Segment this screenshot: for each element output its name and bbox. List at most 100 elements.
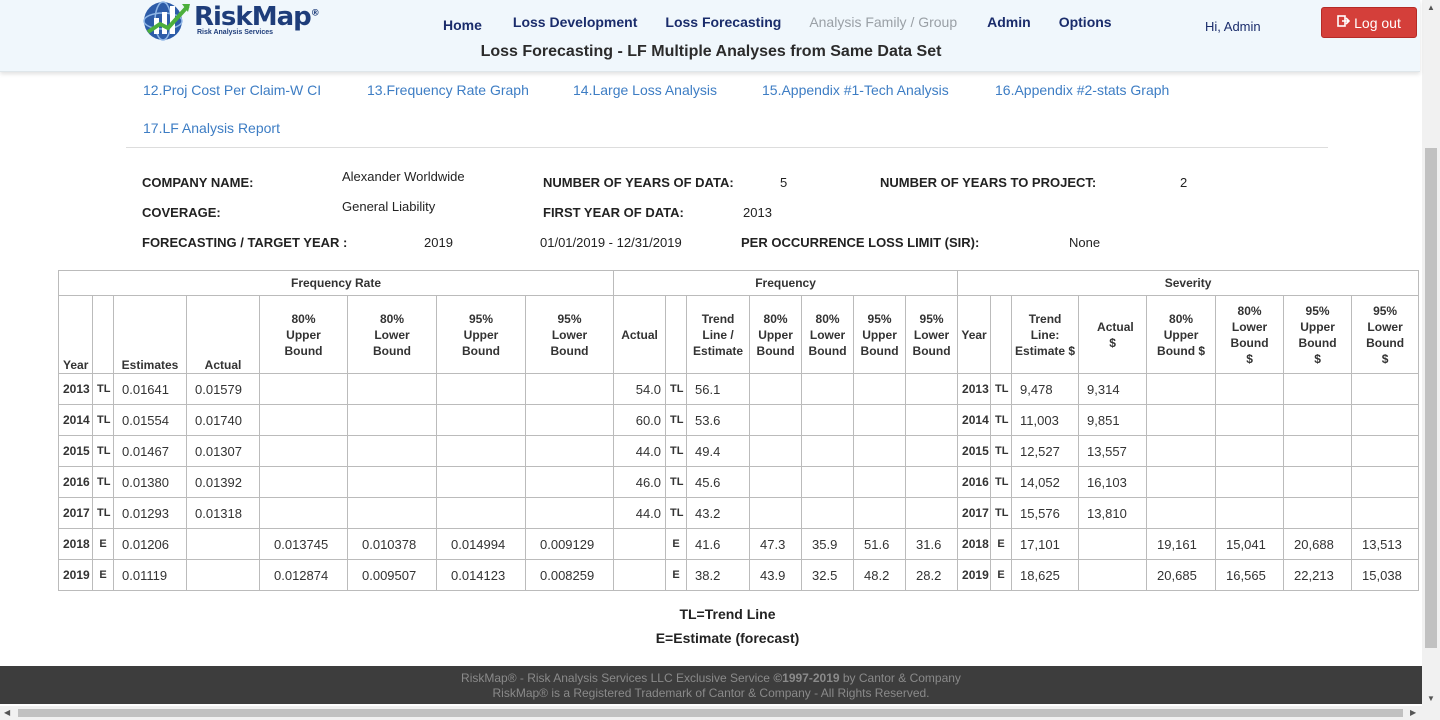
col-year: Year <box>58 295 93 374</box>
cell-s-tag: TL <box>990 435 1013 467</box>
cell-s-trend: 18,625 <box>1011 559 1080 591</box>
cell-s-tag: E <box>990 528 1013 560</box>
horizontal-scrollbar[interactable]: ◀ ▶ <box>0 706 1440 720</box>
scroll-down-arrow-icon[interactable]: ▼ <box>1427 694 1435 703</box>
cell-f-u80: 43.9 <box>749 559 803 591</box>
col-type <box>92 295 114 374</box>
cell-fr-l95: 0.008259 <box>524 559 615 591</box>
vertical-scrollbar[interactable]: ▲ ▼ <box>1422 0 1440 706</box>
cell-fr-u80 <box>259 466 348 498</box>
cell-s-l95 <box>1351 404 1420 436</box>
table-row: 2017 TL 0.01293 0.01318 44.0 TL 43.2 2017 TL 15,5… <box>58 497 1420 529</box>
report-link-14[interactable]: 14.Large Loss Analysis <box>573 82 717 98</box>
cell-tag: TL <box>92 466 114 498</box>
company-name-label: COMPANY NAME: <box>142 175 254 190</box>
cell-s-act: 13,557 <box>1078 435 1148 467</box>
cell-f-l80 <box>801 497 855 529</box>
nav-loss-forecasting[interactable]: Loss Forecasting <box>665 14 781 33</box>
cell-year: 2013 <box>58 373 93 405</box>
page-title: Loss Forecasting - LF Multiple Analyses … <box>480 43 942 60</box>
target-date-range: 01/01/2019 - 12/31/2019 <box>540 235 682 250</box>
cell-f-tag: TL <box>665 466 688 498</box>
cell-s-act <box>1078 528 1148 560</box>
report-link-12[interactable]: 12.Proj Cost Per Claim-W CI <box>143 82 321 98</box>
group-severity: Severity <box>957 270 1420 296</box>
col-sev-type <box>990 295 1013 374</box>
table-row: 2014 TL 0.01554 0.01740 60.0 TL 53.6 2014 TL 11,0… <box>58 404 1420 436</box>
cell-fr-act: 0.01318 <box>186 497 260 529</box>
report-link-13[interactable]: 13.Frequency Rate Graph <box>367 82 529 98</box>
cell-fr-act: 0.01579 <box>186 373 260 405</box>
report-link-17[interactable]: 17.LF Analysis Report <box>143 120 280 136</box>
col-sev-trend-estimate: Trend Line: Estimate $ <box>1011 295 1080 374</box>
report-link-15[interactable]: 15.Appendix #1-Tech Analysis <box>762 82 949 98</box>
cell-year: 2014 <box>58 404 93 436</box>
cell-fr-l80 <box>347 466 437 498</box>
scroll-right-arrow-icon[interactable]: ▶ <box>1410 708 1416 717</box>
cell-s-l80: 15,041 <box>1215 528 1285 560</box>
cell-s-l95 <box>1351 435 1420 467</box>
cell-f-trend: 53.6 <box>686 404 751 436</box>
cell-tag: E <box>92 528 114 560</box>
cell-fr-u80: 0.013745 <box>259 528 348 560</box>
nav-options[interactable]: Options <box>1059 14 1112 33</box>
cell-f-u80 <box>749 497 803 529</box>
cell-s-year: 2019 <box>957 559 992 591</box>
cell-f-l80: 35.9 <box>801 528 855 560</box>
legend-trend-line: TL=Trend Line <box>679 606 776 622</box>
horizontal-scroll-thumb[interactable] <box>18 709 1403 717</box>
report-link-16[interactable]: 16.Appendix #2-stats Graph <box>995 82 1169 98</box>
cell-fr-act: 0.01392 <box>186 466 260 498</box>
nav-analysis-family-group[interactable]: Analysis Family / Group <box>809 14 957 33</box>
cell-f-l80: 32.5 <box>801 559 855 591</box>
cell-f-tag: E <box>665 528 688 560</box>
globe-logo-icon <box>143 1 190 41</box>
col-fr-95-upper: 95% Upper Bound <box>436 295 526 374</box>
nav-loss-development[interactable]: Loss Development <box>513 14 637 33</box>
cell-fr-act <box>186 528 260 560</box>
company-name-value: Alexander Worldwide <box>342 169 465 184</box>
scroll-up-arrow-icon[interactable]: ▲ <box>1427 3 1435 12</box>
cell-f-l95 <box>905 466 959 498</box>
cell-f-u95 <box>853 404 907 436</box>
vertical-scroll-thumb[interactable] <box>1425 148 1437 648</box>
cell-f-u80 <box>749 404 803 436</box>
sir-label: PER OCCURRENCE LOSS LIMIT (SIR): <box>741 235 980 250</box>
cell-fr-act: 0.01307 <box>186 435 260 467</box>
logout-icon <box>1337 15 1351 30</box>
col-sev-80-lower: 80% Lower Bound $ <box>1215 295 1285 374</box>
table-row: 2016 TL 0.01380 0.01392 46.0 TL 45.6 2016 TL 14,0… <box>58 466 1420 498</box>
cell-s-tag: E <box>990 559 1013 591</box>
cell-s-act: 13,810 <box>1078 497 1148 529</box>
cell-year: 2015 <box>58 435 93 467</box>
cell-f-tag: TL <box>665 435 688 467</box>
page: RiskMap® Risk Analysis Services Home Los… <box>0 0 1440 720</box>
logo-text: RiskMap <box>194 2 312 32</box>
cell-s-l80 <box>1215 404 1285 436</box>
cell-f-act: 44.0 <box>613 497 667 529</box>
cell-tag: TL <box>92 497 114 529</box>
cell-tag: TL <box>92 435 114 467</box>
cell-fr-u80 <box>259 435 348 467</box>
riskmap-logo[interactable]: RiskMap® Risk Analysis Services <box>142 0 320 42</box>
cell-s-year: 2016 <box>957 466 992 498</box>
target-year-label: FORECASTING / TARGET YEAR : <box>142 235 348 250</box>
col-sev-year: Year <box>957 295 992 374</box>
user-greeting[interactable]: Hi, Admin <box>1205 19 1261 34</box>
cell-f-act: 60.0 <box>613 404 667 436</box>
table-column-header: Year Estimates Actual 80% Upper Bound 80… <box>58 295 1420 374</box>
nav-admin[interactable]: Admin <box>987 14 1031 33</box>
cell-s-u95: 20,688 <box>1283 528 1353 560</box>
cell-s-l95: 15,038 <box>1351 559 1420 591</box>
cell-s-act: 9,314 <box>1078 373 1148 405</box>
cell-f-u95 <box>853 497 907 529</box>
logout-button[interactable]: Log out <box>1321 7 1417 38</box>
cell-f-act: 46.0 <box>613 466 667 498</box>
cell-s-act <box>1078 559 1148 591</box>
cell-year: 2016 <box>58 466 93 498</box>
scroll-left-arrow-icon[interactable]: ◀ <box>4 708 10 717</box>
cell-s-u95 <box>1283 435 1353 467</box>
nav-home[interactable]: Home <box>443 17 482 33</box>
cell-fr-est: 0.01380 <box>113 466 187 498</box>
cell-s-u80 <box>1146 497 1217 529</box>
